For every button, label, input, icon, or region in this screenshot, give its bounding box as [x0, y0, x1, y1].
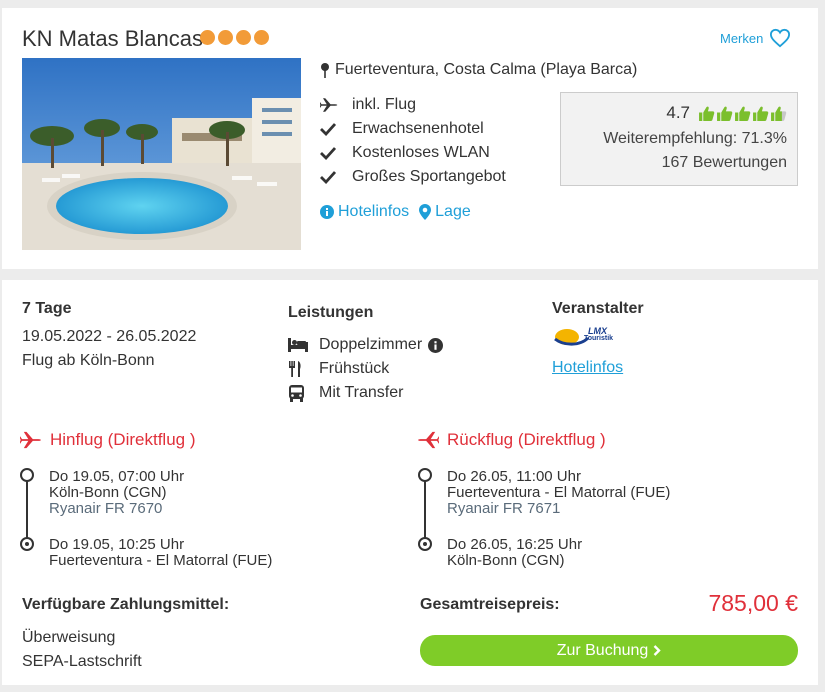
lmx-logo: LMX Touristik: [554, 326, 616, 350]
outbound-arrival: Do 19.05, 10:25 Uhr Fuerteventura - El M…: [49, 536, 273, 569]
chevron-right-icon: [653, 645, 661, 656]
feature-item: inkl. Flug: [320, 93, 506, 117]
feature-item: Erwachsenenhotel: [320, 117, 506, 141]
total-price-label: Gesamtreisepreis:: [420, 596, 560, 613]
offer-card: 7 Tage 19.05.2022 - 26.05.2022 Flug ab K…: [2, 280, 818, 685]
thumb-up-icon: [753, 106, 769, 121]
leistungen-title: Leistungen: [288, 304, 374, 321]
return-title: Rückflug (Direktflug ): [417, 430, 606, 450]
return-departure: Do 26.05, 11:00 Uhr Fuerteventura - El M…: [447, 468, 671, 517]
thumbs-rating: [698, 105, 787, 122]
merken-label: Merken: [720, 30, 764, 46]
arrival-dot: [20, 537, 34, 551]
thumb-up-icon: [771, 106, 787, 121]
travel-dates: 19.05.2022 - 26.05.2022: [22, 328, 197, 345]
hotelinfos-link[interactable]: Hotelinfos: [320, 203, 409, 221]
recommendation-text: Weiterempfehlung: 71.3%: [603, 130, 787, 147]
hotel-stars: [200, 30, 269, 45]
airplane-icon: [418, 431, 439, 449]
rating-score: 4.7: [666, 103, 690, 122]
check-icon: [320, 122, 352, 136]
booking-button-label: Zur Buchung: [556, 641, 649, 659]
feature-item: Kostenloses WLAN: [320, 141, 506, 165]
hotel-location: Fuerteventura, Costa Calma (Playa Barca): [320, 61, 637, 79]
thumb-up-icon: [735, 106, 751, 121]
star-icon: [236, 30, 251, 45]
leistung-item: Doppelzimmer: [288, 333, 444, 357]
check-icon: [320, 146, 352, 160]
total-price: 785,00 €: [708, 590, 798, 616]
payment-method: SEPA-Lastschrift: [22, 653, 142, 670]
outbound-timeline: [20, 468, 34, 552]
airplane-icon: [20, 431, 41, 449]
veranstalter-title: Veranstalter: [552, 300, 644, 317]
hotel-photo[interactable]: [22, 58, 301, 250]
leistungen-list: Doppelzimmer Frühstück Mit Transfer: [288, 333, 444, 405]
hotel-name[interactable]: KN Matas Blancas: [22, 26, 203, 52]
arrival-dot: [418, 537, 432, 551]
thumb-up-icon: [699, 106, 715, 121]
cutlery-icon: [288, 361, 319, 377]
star-icon: [254, 30, 269, 45]
return-timeline: [418, 468, 432, 552]
veranstalter-hotelinfos-link[interactable]: Hotelinfos: [552, 359, 623, 377]
feature-item: Großes Sportangebot: [320, 165, 506, 189]
payment-title: Verfügbare Zahlungsmittel:: [22, 596, 230, 613]
departure-dot: [20, 468, 34, 482]
info-icon[interactable]: [428, 337, 444, 353]
outbound-departure: Do 19.05, 07:00 Uhr Köln-Bonn (CGN) Ryan…: [49, 468, 185, 517]
hotel-links: Hotelinfos Lage: [320, 203, 471, 221]
departure-airport: Flug ab Köln-Bonn: [22, 352, 155, 369]
outbound-title: Hinflug (Direktflug ): [20, 430, 196, 450]
heart-icon: [770, 28, 791, 48]
star-icon: [200, 30, 215, 45]
leistung-item: Frühstück: [288, 357, 443, 381]
map-pin-icon: [321, 63, 329, 78]
leistung-item: Mit Transfer: [288, 381, 443, 405]
feature-list: inkl. Flug Erwachsenenhotel Kostenloses …: [320, 93, 506, 189]
payment-method: Überweisung: [22, 629, 116, 646]
merken-button[interactable]: Merken: [720, 28, 791, 48]
bed-icon: [288, 338, 319, 352]
return-arrival: Do 26.05, 16:25 Uhr Köln-Bonn (CGN): [447, 536, 583, 569]
airplane-icon: [320, 97, 352, 113]
location-text: Fuerteventura, Costa Calma (Playa Barca): [335, 61, 638, 78]
duration: 7 Tage: [22, 300, 72, 317]
reviews-count: 167 Bewertungen: [661, 154, 787, 171]
info-icon: [320, 205, 334, 219]
departure-dot: [418, 468, 432, 482]
thumb-up-icon: [717, 106, 733, 121]
rating-box[interactable]: 4.7 Weiterempfehlung: 71.3% 167 Bewertun…: [560, 92, 798, 186]
hotel-card: KN Matas Blancas Merken Fuerteventura, C…: [2, 8, 818, 269]
star-icon: [218, 30, 233, 45]
map-marker-icon: [419, 204, 432, 220]
booking-button[interactable]: Zur Buchung: [420, 635, 798, 666]
bus-icon: [288, 384, 319, 402]
check-icon: [320, 170, 352, 184]
lage-link[interactable]: Lage: [419, 203, 471, 221]
